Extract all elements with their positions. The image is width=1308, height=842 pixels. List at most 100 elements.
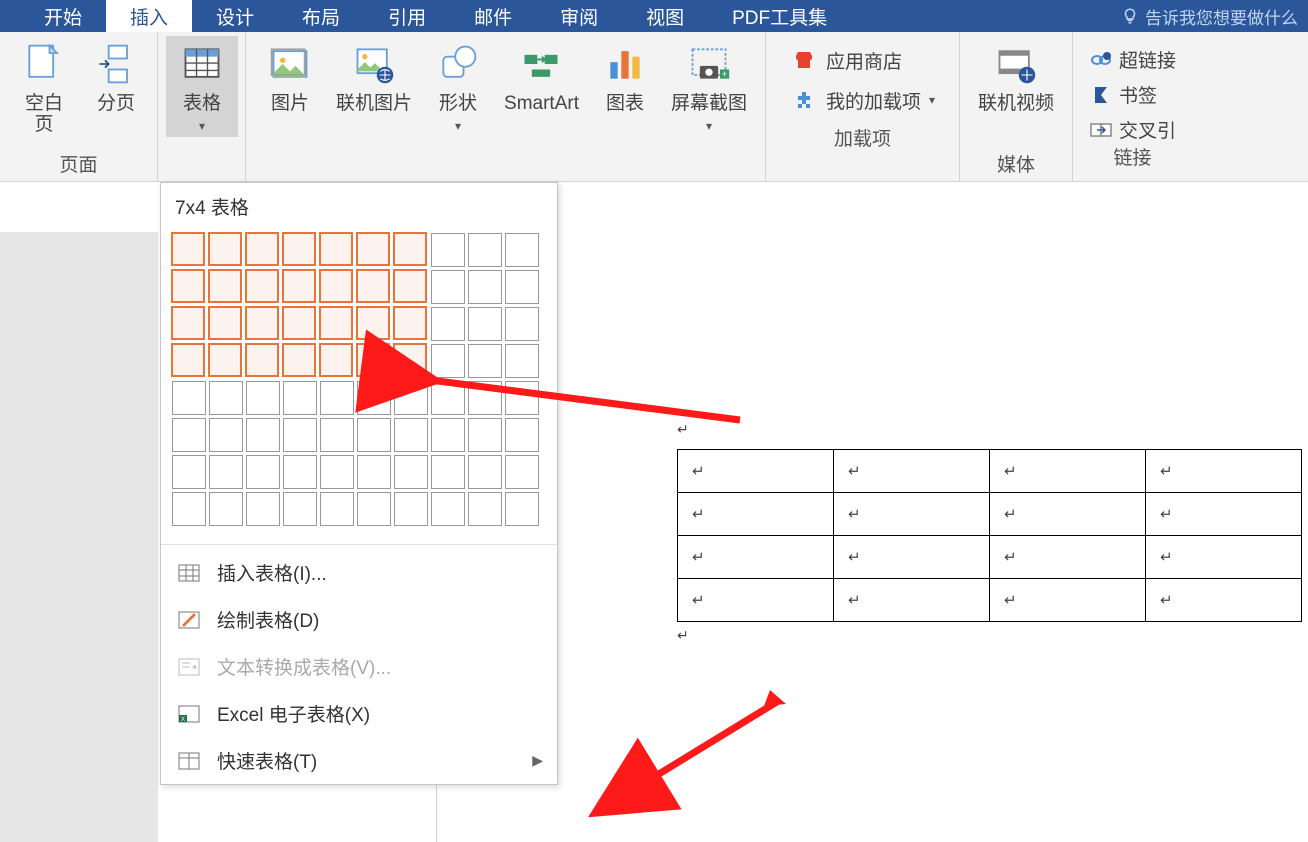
grid-cell[interactable] (282, 306, 316, 340)
blank-page-button[interactable]: 空白页 (8, 36, 80, 140)
grid-cell[interactable] (246, 381, 280, 415)
grid-cell[interactable] (356, 232, 390, 266)
tab-review[interactable]: 审阅 (536, 0, 622, 32)
grid-cell[interactable] (320, 455, 354, 489)
tab-insert[interactable]: 插入 (106, 0, 192, 32)
grid-cell[interactable] (431, 492, 465, 526)
my-addins-button[interactable]: 我的加载项 ▾ (790, 86, 935, 114)
draw-table-menuitem[interactable]: 绘制表格(D) (161, 596, 557, 643)
grid-cell[interactable] (245, 306, 279, 340)
grid-cell[interactable] (393, 232, 427, 266)
grid-cell[interactable] (245, 232, 279, 266)
online-video-button[interactable]: 联机视频 (968, 36, 1064, 119)
grid-cell[interactable] (357, 492, 391, 526)
grid-cell[interactable] (283, 418, 317, 452)
chart-button[interactable]: 图表 (589, 36, 661, 119)
grid-cell[interactable] (208, 232, 242, 266)
grid-cell[interactable] (320, 381, 354, 415)
grid-cell[interactable] (283, 492, 317, 526)
grid-cell[interactable] (245, 343, 279, 377)
grid-cell[interactable] (319, 269, 353, 303)
tab-start[interactable]: 开始 (20, 0, 106, 32)
grid-cell[interactable] (172, 492, 206, 526)
grid-cell[interactable] (171, 306, 205, 340)
grid-cell[interactable] (319, 306, 353, 340)
grid-cell[interactable] (505, 270, 539, 304)
crossref-button[interactable]: 交叉引 (1089, 116, 1176, 143)
grid-cell[interactable] (320, 492, 354, 526)
grid-cell[interactable] (246, 418, 280, 452)
grid-cell[interactable] (431, 233, 465, 267)
grid-cell[interactable] (356, 343, 390, 377)
grid-cell[interactable] (282, 232, 316, 266)
grid-cell[interactable] (394, 455, 428, 489)
grid-cell[interactable] (209, 381, 243, 415)
page-break-button[interactable]: 分页 (80, 36, 152, 119)
grid-cell[interactable] (209, 492, 243, 526)
grid-cell[interactable] (320, 418, 354, 452)
grid-cell[interactable] (468, 233, 502, 267)
grid-cell[interactable] (172, 455, 206, 489)
grid-cell[interactable] (246, 492, 280, 526)
grid-cell[interactable] (172, 418, 206, 452)
smartart-button[interactable]: SmartArt (494, 36, 589, 119)
picture-button[interactable]: 图片 (254, 36, 326, 119)
grid-cell[interactable] (282, 269, 316, 303)
grid-cell[interactable] (468, 270, 502, 304)
grid-cell[interactable] (282, 343, 316, 377)
grid-cell[interactable] (357, 418, 391, 452)
hyperlink-button[interactable]: 超链接 (1089, 46, 1176, 73)
grid-cell[interactable] (319, 232, 353, 266)
grid-cell[interactable] (209, 455, 243, 489)
grid-cell[interactable] (171, 343, 205, 377)
tab-pdf[interactable]: PDF工具集 (708, 0, 851, 32)
grid-cell[interactable] (505, 307, 539, 341)
grid-cell[interactable] (431, 270, 465, 304)
grid-cell[interactable] (319, 343, 353, 377)
grid-cell[interactable] (283, 381, 317, 415)
grid-cell[interactable] (245, 269, 279, 303)
tab-layout[interactable]: 布局 (278, 0, 364, 32)
tab-design[interactable]: 设计 (192, 0, 278, 32)
grid-cell[interactable] (468, 455, 502, 489)
insert-table-menuitem[interactable]: 插入表格(I)... (161, 549, 557, 596)
grid-cell[interactable] (172, 381, 206, 415)
grid-cell[interactable] (468, 492, 502, 526)
grid-cell[interactable] (171, 269, 205, 303)
tab-references[interactable]: 引用 (364, 0, 450, 32)
grid-cell[interactable] (431, 455, 465, 489)
grid-cell[interactable] (283, 455, 317, 489)
grid-cell[interactable] (357, 455, 391, 489)
bookmark-button[interactable]: 书签 (1089, 81, 1176, 108)
grid-cell[interactable] (505, 455, 539, 489)
grid-cell[interactable] (505, 233, 539, 267)
grid-cell[interactable] (356, 269, 390, 303)
store-button[interactable]: 应用商店 (790, 46, 935, 74)
quick-tables-menuitem[interactable]: 快速表格(T) ▶ (161, 737, 557, 784)
grid-cell[interactable] (208, 306, 242, 340)
grid-cell[interactable] (208, 269, 242, 303)
grid-cell[interactable] (208, 343, 242, 377)
grid-cell[interactable] (394, 492, 428, 526)
grid-cell[interactable] (468, 307, 502, 341)
grid-cell[interactable] (431, 307, 465, 341)
tab-mail[interactable]: 邮件 (450, 0, 536, 32)
grid-cell[interactable] (246, 455, 280, 489)
preview-table[interactable]: ↵↵↵↵ ↵↵↵↵ ↵↵↵↵ ↵↵↵↵ (677, 449, 1302, 622)
grid-cell[interactable] (357, 381, 391, 415)
tab-view[interactable]: 视图 (622, 0, 708, 32)
excel-table-menuitem[interactable]: X Excel 电子表格(X) (161, 690, 557, 737)
online-picture-button[interactable]: 联机图片 (326, 36, 422, 119)
grid-cell[interactable] (209, 418, 243, 452)
grid-cell[interactable] (505, 492, 539, 526)
table-button[interactable]: 表格 ▾ (166, 36, 238, 137)
grid-cell[interactable] (393, 306, 427, 340)
document-page[interactable]: ↵ ↵↵↵↵ ↵↵↵↵ ↵↵↵↵ ↵↵↵↵ ↵ (537, 262, 1308, 645)
screenshot-button[interactable]: + 屏幕截图 ▾ (661, 36, 757, 137)
tell-me[interactable]: 告诉我您想要做什么 (1111, 0, 1308, 32)
shapes-button[interactable]: 形状 ▾ (422, 36, 494, 137)
grid-cell[interactable] (356, 306, 390, 340)
draw-table-label: 绘制表格(D) (217, 606, 319, 633)
grid-cell[interactable] (171, 232, 205, 266)
grid-cell[interactable] (393, 269, 427, 303)
